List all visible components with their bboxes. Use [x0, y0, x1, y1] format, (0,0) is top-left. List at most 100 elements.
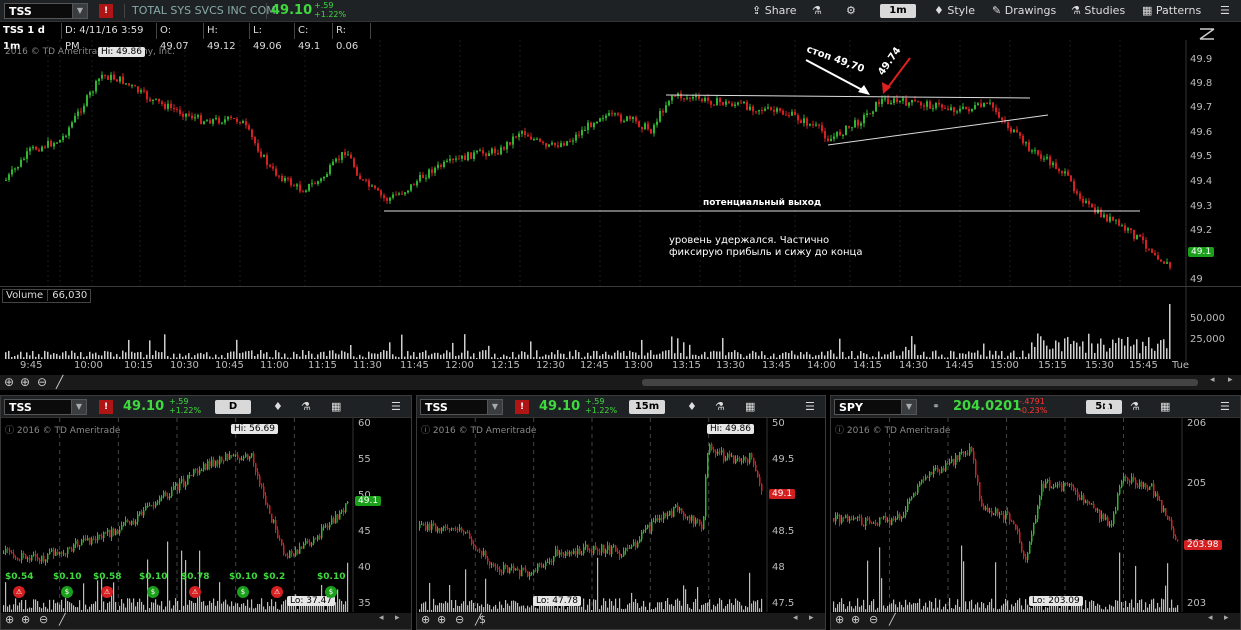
panel-symbol-input[interactable]: TSS	[420, 399, 490, 415]
share-icon: ⇪	[752, 4, 762, 17]
flask-icon[interactable]: ⚗	[1130, 396, 1140, 418]
crosshair-icon[interactable]: ⊕	[4, 375, 14, 389]
dividend-event-icon[interactable]: $	[147, 586, 159, 598]
alert-flag-icon[interactable]: !	[99, 400, 113, 414]
symbol-dropdown-icon[interactable]: ▼	[72, 3, 88, 19]
panel-symbol-input[interactable]: TSS	[4, 399, 74, 415]
dividend-event-icon[interactable]: $	[325, 586, 337, 598]
candle-body	[212, 119, 214, 124]
panel-chart[interactable]	[831, 418, 1240, 612]
dividend-event-icon[interactable]: ⚠	[101, 586, 113, 598]
candle-body	[29, 558, 31, 561]
dividend-event-icon[interactable]: $	[237, 586, 249, 598]
zoom-out-icon[interactable]: ⊖	[455, 613, 464, 626]
scroll-right-icon[interactable]: ▸	[1224, 613, 1229, 623]
volume-bar	[955, 604, 957, 612]
zoom-in-icon[interactable]: ⊕	[20, 375, 30, 389]
candle-body	[749, 106, 751, 110]
chart-panel-2[interactable]: TSS ▼ ! 49.10 +.59 +1.22% 15m ♦ ⚗ ▦ ☰ ⓘ 2…	[416, 395, 826, 630]
crosshair-icon[interactable]: ⊕	[835, 613, 844, 626]
candle-body	[659, 518, 661, 521]
draw-line-icon[interactable]: ╱	[59, 613, 66, 626]
panel-period-button[interactable]: 15m	[629, 400, 665, 414]
flask-icon[interactable]: ⚗	[301, 396, 311, 418]
patterns-icon[interactable]: ▦	[1160, 396, 1170, 418]
dividend-event-icon[interactable]: $	[61, 586, 73, 598]
time-axis[interactable]: 9:45 10:00 10:15 10:30 10:45 11:00 11:15 11:30 1…	[0, 360, 1241, 374]
main-scrollbar-thumb[interactable]	[642, 379, 1198, 386]
main-price-chart[interactable]	[0, 40, 1241, 286]
zoom-in-icon[interactable]: ⊕	[437, 613, 446, 626]
candle-body	[705, 476, 707, 517]
symbol-input[interactable]: TSS	[4, 3, 74, 19]
volume-pane[interactable]: Volume 66,030 50,000 25,000	[0, 286, 1241, 361]
dividend-event-icon[interactable]: ⚠	[189, 586, 201, 598]
flask-icon[interactable]: ⚗	[715, 396, 725, 418]
alert-flag-icon[interactable]: !	[515, 400, 529, 414]
candle-body	[803, 118, 805, 124]
scroll-right-icon[interactable]: ▸	[809, 613, 814, 623]
scroll-left-icon[interactable]: ◂	[379, 613, 384, 623]
draw-line-icon[interactable]: ╱	[889, 613, 896, 626]
scroll-left-icon[interactable]: ◂	[793, 613, 798, 623]
candle-body	[757, 471, 759, 477]
candle-body	[209, 460, 211, 467]
zoom-in-icon[interactable]: ⊕	[21, 613, 30, 626]
settings-button[interactable]: ⚙	[846, 0, 856, 22]
alert-flag-icon[interactable]: !	[99, 4, 113, 18]
flask-button[interactable]: ⚗	[812, 0, 822, 22]
panel-symbol-dropdown-icon[interactable]: ▼	[901, 399, 917, 415]
panel-period-button[interactable]: D	[215, 400, 251, 414]
style-button[interactable]: ♦ Style	[934, 0, 975, 22]
zoom-out-icon[interactable]: ⊖	[869, 613, 878, 626]
zoom-out-icon[interactable]: ⊖	[37, 375, 47, 389]
volume-bar	[977, 602, 979, 612]
candle-body	[619, 553, 621, 557]
menu-icon[interactable]: ☰	[805, 396, 815, 418]
menu-icon[interactable]: ☰	[391, 396, 401, 418]
crosshair-icon[interactable]: ⊕	[5, 613, 14, 626]
volume-bar	[326, 356, 328, 359]
main-price-pane[interactable]: 2016 © TD Ameritrade ny, Inc. Hi: 49.86 …	[0, 40, 1241, 286]
studies-button[interactable]: ⚗ Studies	[1071, 0, 1125, 22]
aggregation-period-button[interactable]: 1m	[880, 4, 916, 18]
menu-button[interactable]: ☰	[1220, 0, 1230, 22]
dollar-icon[interactable]: $	[479, 613, 486, 626]
share-button[interactable]: ⇪ Share	[752, 0, 796, 22]
panel-chart[interactable]	[417, 418, 825, 612]
panel-symbol-dropdown-icon[interactable]: ▼	[71, 399, 87, 415]
scroll-left-icon[interactable]: ◂	[1208, 613, 1213, 623]
candle-body	[517, 568, 519, 571]
zoom-in-icon[interactable]: ⊕	[851, 613, 860, 626]
candle-body	[835, 515, 837, 522]
draw-line-icon[interactable]: ╱	[56, 375, 63, 389]
volume-bar	[517, 602, 519, 612]
patterns-icon[interactable]: ▦	[331, 396, 341, 418]
patterns-button[interactable]: ▦ Patterns	[1142, 0, 1201, 22]
volume-bar	[169, 600, 171, 612]
chart-panel-1[interactable]: TSS ▼ ! 49.10 +.59 +1.22% D ♦ ⚗ ▦ ☰ ⓘ 201…	[0, 395, 412, 630]
style-icon[interactable]: ♦	[1102, 396, 1112, 418]
menu-icon[interactable]: ☰	[1220, 396, 1230, 418]
dividend-event-icon[interactable]: ⚠	[13, 586, 25, 598]
scroll-right-icon[interactable]: ▸	[395, 613, 400, 623]
scroll-right-icon[interactable]: ▸	[1228, 375, 1233, 385]
chart-panel-3[interactable]: SPY ▼ ⚭ 204.0201 -.4791 -0.23% 5m ♦ ⚗ ▦ ☰…	[830, 395, 1241, 630]
panel-symbol-input[interactable]: SPY	[834, 399, 904, 415]
resistance-line[interactable]	[665, 94, 1031, 99]
style-icon[interactable]: ♦	[687, 396, 697, 418]
style-icon[interactable]: ♦	[273, 396, 283, 418]
dividend-event-icon[interactable]: ⚠	[271, 586, 283, 598]
candle-body	[101, 536, 103, 539]
candle-body	[1052, 162, 1054, 166]
patterns-icon[interactable]: ▦	[745, 396, 755, 418]
link-icon[interactable]: ⚭	[929, 400, 943, 414]
candle-body	[269, 165, 271, 167]
crosshair-icon[interactable]: ⊕	[421, 613, 430, 626]
panel-symbol-dropdown-icon[interactable]: ▼	[487, 399, 503, 415]
zoom-out-icon[interactable]: ⊖	[39, 613, 48, 626]
scroll-left-icon[interactable]: ◂	[1210, 375, 1215, 385]
candle-body	[770, 107, 772, 110]
drawings-button[interactable]: ✎ Drawings	[992, 0, 1056, 22]
panel-chart[interactable]	[1, 418, 411, 612]
